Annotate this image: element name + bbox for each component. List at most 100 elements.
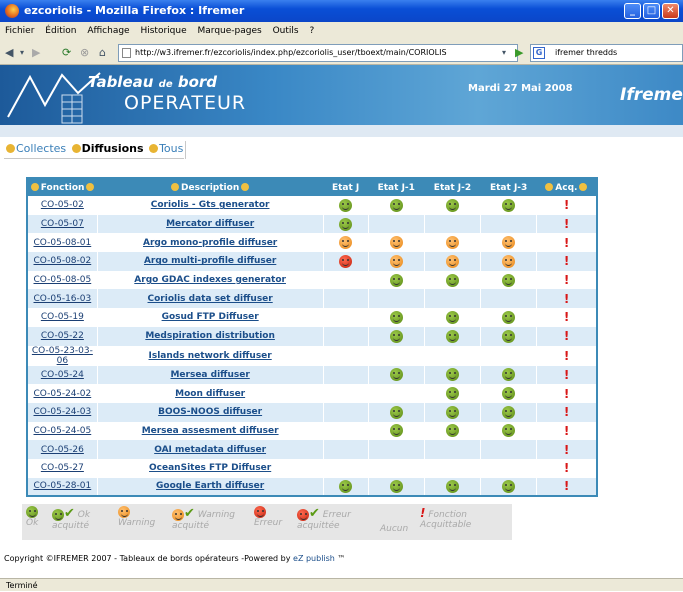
- ok-smiley-icon[interactable]: [502, 273, 516, 287]
- ok-smiley-icon[interactable]: [445, 424, 459, 438]
- tab-collectes[interactable]: Collectes: [6, 142, 66, 155]
- ok-smiley-icon[interactable]: [502, 368, 516, 382]
- ok-smiley-icon[interactable]: [389, 198, 403, 212]
- ok-smiley-icon[interactable]: [502, 387, 516, 401]
- exclamation-icon[interactable]: !: [564, 424, 569, 438]
- ok-smiley-icon[interactable]: [389, 273, 403, 287]
- description-link[interactable]: OceanSites FTP Diffuser: [149, 463, 271, 473]
- description-link[interactable]: Coriolis - Gts generator: [151, 200, 270, 210]
- sort-icon[interactable]: [579, 182, 588, 191]
- fonction-link[interactable]: CO-05-24-03: [34, 407, 92, 417]
- fonction-link[interactable]: CO-05-07: [41, 219, 84, 229]
- ok-smiley-icon[interactable]: [445, 387, 459, 401]
- ok-smiley-icon[interactable]: [502, 479, 516, 493]
- exclamation-icon[interactable]: !: [564, 329, 569, 343]
- google-search-icon[interactable]: G: [533, 47, 545, 59]
- url-bar[interactable]: http://w3.ifremer.fr/ezcoriolis/index.ph…: [118, 44, 518, 62]
- fonction-link[interactable]: CO-05-24-02: [34, 389, 92, 399]
- description-link[interactable]: Mersea assesment diffuser: [142, 426, 279, 436]
- exclamation-icon[interactable]: !: [564, 292, 569, 306]
- menu-edition[interactable]: Édition: [45, 26, 76, 36]
- header-acq[interactable]: Acq.: [536, 178, 597, 196]
- description-link[interactable]: BOOS-NOOS diffuser: [158, 407, 262, 417]
- minimize-button[interactable]: _: [624, 3, 641, 19]
- ok-smiley-icon[interactable]: [445, 198, 459, 212]
- description-link[interactable]: Mersea diffuser: [170, 370, 249, 380]
- exclamation-icon[interactable]: !: [564, 368, 569, 382]
- description-link[interactable]: Argo GDAC indexes generator: [134, 275, 286, 285]
- exclamation-icon[interactable]: !: [564, 310, 569, 324]
- exclamation-icon[interactable]: !: [564, 387, 569, 401]
- warning-smiley-icon[interactable]: [502, 254, 516, 268]
- search-box[interactable]: G ifremer thredds: [530, 44, 683, 62]
- warning-smiley-icon[interactable]: [445, 254, 459, 268]
- ok-smiley-icon[interactable]: [389, 368, 403, 382]
- maximize-button[interactable]: □: [643, 3, 660, 19]
- exclamation-icon[interactable]: !: [564, 236, 569, 250]
- fonction-link[interactable]: CO-05-02: [41, 200, 84, 210]
- tab-diffusions[interactable]: Diffusions: [71, 142, 144, 155]
- fonction-link[interactable]: CO-05-22: [41, 331, 84, 341]
- warning-smiley-icon[interactable]: [502, 236, 516, 250]
- ok-smiley-icon[interactable]: [389, 479, 403, 493]
- exclamation-icon[interactable]: !: [564, 349, 569, 363]
- ok-smiley-icon[interactable]: [502, 329, 516, 343]
- sort-icon[interactable]: [86, 182, 95, 191]
- description-link[interactable]: Islands network diffuser: [149, 351, 272, 361]
- go-icon[interactable]: ▶: [515, 45, 523, 61]
- exclamation-icon[interactable]: !: [564, 405, 569, 419]
- exclamation-icon[interactable]: !: [564, 273, 569, 287]
- header-fonction[interactable]: Fonction: [27, 178, 98, 196]
- fonction-link[interactable]: CO-05-24: [41, 370, 84, 380]
- fonction-link[interactable]: CO-05-26: [41, 445, 84, 455]
- ok-smiley-icon[interactable]: [445, 405, 459, 419]
- warning-smiley-icon[interactable]: [389, 254, 403, 268]
- description-link[interactable]: Gosud FTP Diffuser: [162, 312, 259, 322]
- warning-smiley-icon[interactable]: [389, 236, 403, 250]
- warning-smiley-icon[interactable]: [339, 236, 353, 250]
- exclamation-icon[interactable]: !: [564, 198, 569, 212]
- search-input[interactable]: ifremer thredds: [555, 48, 617, 57]
- ok-smiley-icon[interactable]: [502, 310, 516, 324]
- url-dropdown-icon[interactable]: ▾: [502, 45, 506, 61]
- fonction-link[interactable]: CO-05-08-02: [34, 256, 92, 266]
- ok-smiley-icon[interactable]: [502, 424, 516, 438]
- ok-smiley-icon[interactable]: [339, 479, 353, 493]
- exclamation-icon[interactable]: !: [564, 254, 569, 268]
- ok-smiley-icon[interactable]: [445, 273, 459, 287]
- back-icon[interactable]: ◀: [5, 45, 13, 61]
- description-link[interactable]: Mercator diffuser: [166, 219, 254, 229]
- back-dropdown-icon[interactable]: ▾: [20, 45, 24, 61]
- menu-help[interactable]: ?: [309, 26, 314, 36]
- description-link[interactable]: OAI metadata diffuser: [154, 445, 266, 455]
- menu-fichier[interactable]: Fichier: [5, 26, 34, 36]
- home-icon[interactable]: ⌂: [99, 45, 106, 61]
- exclamation-icon[interactable]: !: [564, 217, 569, 231]
- fonction-link[interactable]: CO-05-28-01: [34, 481, 92, 491]
- forward-icon[interactable]: ▶: [32, 45, 40, 61]
- menu-marque-pages[interactable]: Marque-pages: [198, 26, 262, 36]
- ok-smiley-icon[interactable]: [445, 479, 459, 493]
- menu-outils[interactable]: Outils: [273, 26, 299, 36]
- fonction-link[interactable]: CO-05-08-05: [34, 275, 92, 285]
- description-link[interactable]: Google Earth diffuser: [156, 481, 264, 491]
- description-link[interactable]: Moon diffuser: [175, 389, 245, 399]
- exclamation-icon[interactable]: !: [564, 443, 569, 457]
- sort-icon[interactable]: [30, 182, 39, 191]
- fonction-link[interactable]: CO-05-27: [41, 463, 84, 473]
- exclamation-icon[interactable]: !: [564, 461, 569, 475]
- fonction-link[interactable]: CO-05-23-03-06: [32, 346, 93, 366]
- fonction-link[interactable]: CO-05-19: [41, 312, 84, 322]
- reload-icon[interactable]: ⟳: [62, 45, 71, 61]
- menu-affichage[interactable]: Affichage: [87, 26, 129, 36]
- ez-publish-link[interactable]: eZ publish: [293, 554, 335, 563]
- sort-icon[interactable]: [241, 182, 250, 191]
- description-link[interactable]: Argo mono-profile diffuser: [143, 238, 277, 248]
- error-smiley-icon[interactable]: [339, 254, 353, 268]
- description-link[interactable]: Argo multi-profile diffuser: [144, 256, 276, 266]
- fonction-link[interactable]: CO-05-08-01: [34, 238, 92, 248]
- warning-smiley-icon[interactable]: [445, 236, 459, 250]
- ok-smiley-icon[interactable]: [445, 368, 459, 382]
- ok-smiley-icon[interactable]: [339, 198, 353, 212]
- exclamation-icon[interactable]: !: [564, 479, 569, 493]
